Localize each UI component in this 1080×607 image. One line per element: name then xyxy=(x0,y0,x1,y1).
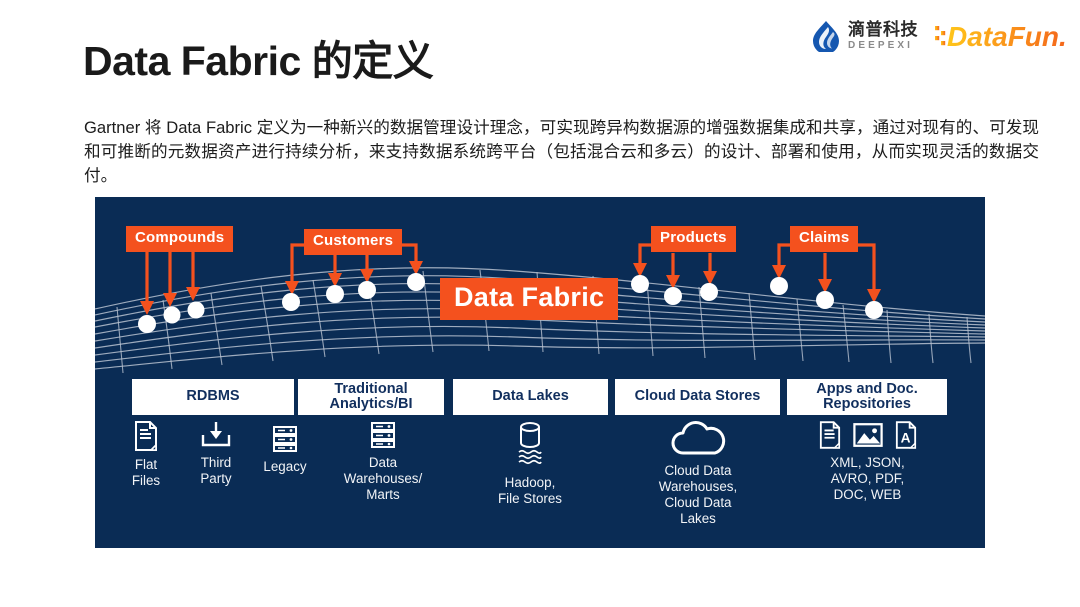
icon-col-cloud-data[interactable]: Cloud Data Warehouses, Cloud Data Lakes xyxy=(623,421,773,527)
deepexi-logo-en: DEEPEXI xyxy=(848,40,914,51)
cloud-icon xyxy=(671,421,726,455)
source-label-products[interactable]: Products xyxy=(651,226,736,252)
icon-label-legacy: Legacy xyxy=(263,459,307,474)
body-paragraph: Gartner 将 Data Fabric 定义为一种新兴的数据管理设计理念，可… xyxy=(84,118,1039,185)
icon-label-third-party: Third Party xyxy=(200,455,232,486)
image-icon xyxy=(852,423,883,447)
deepexi-logo: 滴普科技 DEEPEXI xyxy=(805,16,928,56)
data-fabric-center-label: Data Fabric xyxy=(440,278,619,320)
datafun-logo-mark: DataFun. xyxy=(935,21,1067,52)
logo-bar: 滴普科技 DEEPEXI DataFun. xyxy=(805,14,1072,58)
icon-label-cloud-data: Cloud Data Warehouses, Cloud Data Lakes xyxy=(658,463,738,526)
source-label-claims[interactable]: Claims xyxy=(790,226,859,252)
download-tray-icon xyxy=(201,422,231,447)
datafun-logo: DataFun. xyxy=(934,16,1072,56)
page-title-en: Data Fabric xyxy=(83,38,301,84)
icon-label-data-warehouses: Data Warehouses/ Marts xyxy=(343,455,423,502)
database-waves-icon xyxy=(518,422,542,465)
svg-text:A: A xyxy=(900,430,910,445)
server-rack-icon xyxy=(371,422,395,448)
icon-label-documents: XML, JSON, AVRO, PDF, DOC, WEB xyxy=(830,455,905,502)
source-label-customers[interactable]: Customers xyxy=(304,229,403,255)
document-format-icons: A xyxy=(819,421,917,449)
icon-col-legacy[interactable]: Legacy xyxy=(251,421,319,475)
icon-col-data-warehouses[interactable]: Data Warehouses/ Marts xyxy=(323,421,443,503)
text-document-icon: A xyxy=(895,421,916,449)
deepexi-logo-cn: 滴普科技 xyxy=(848,20,918,39)
document-icon xyxy=(135,421,157,451)
document-icon xyxy=(819,421,840,449)
icon-col-third-party[interactable]: Third Party xyxy=(183,421,249,487)
icon-col-hadoop-file-stores[interactable]: Hadoop, File Stores xyxy=(463,421,597,507)
datafun-logo-text: DataFun. xyxy=(947,21,1067,52)
icon-col-flat-files[interactable]: Flat Files xyxy=(115,421,177,489)
source-icon-row: Flat Files Third Party Legacy Data Wareh… xyxy=(95,421,985,548)
icon-label-hadoop-file-stores: Hadoop, File Stores xyxy=(498,475,562,506)
water-droplet-icon xyxy=(813,21,839,52)
icon-label-flat-files: Flat Files xyxy=(131,457,161,488)
page-title: Data Fabric 的定义 xyxy=(83,27,434,87)
icon-col-documents[interactable]: A XML, JSON, AVRO, PDF, DOC, WEB xyxy=(785,421,950,503)
page-title-cn: 的定义 xyxy=(300,38,434,84)
source-label-compounds[interactable]: Compounds xyxy=(126,226,234,252)
server-rack-icon xyxy=(273,426,297,452)
data-fabric-diagram: Compounds Customers Products Claims Data… xyxy=(95,197,985,548)
